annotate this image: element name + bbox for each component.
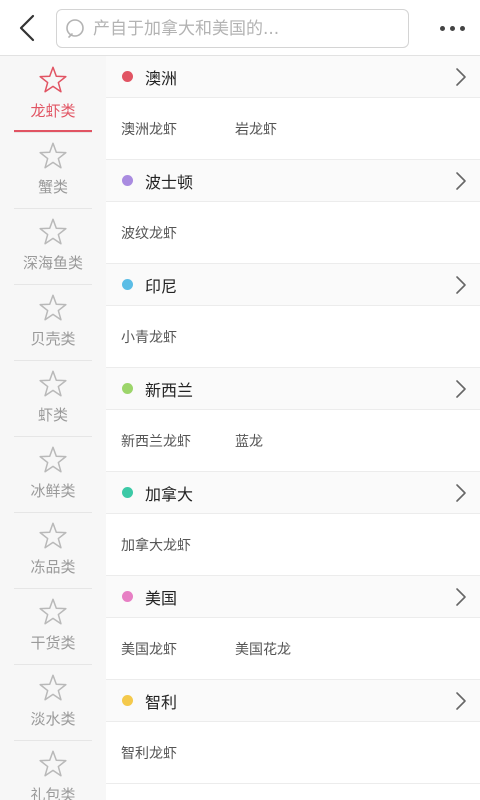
sidebar-item[interactable]: 蟹类 [0, 132, 106, 208]
search-icon [66, 18, 84, 38]
sidebar-item-label: 冰鲜类 [30, 482, 76, 500]
product-link[interactable]: 美国龙虾 [121, 639, 235, 659]
region-name: 澳洲 [145, 68, 178, 88]
more-dots-icon [439, 25, 445, 31]
region-header[interactable]: 波士顿 [106, 160, 480, 202]
chevron-right-icon [456, 588, 466, 606]
product-row: 波纹龙虾 [106, 202, 480, 264]
sidebar-item[interactable]: 贝壳类 [0, 284, 106, 360]
sidebar-item-label: 虾类 [37, 406, 68, 424]
sidebar-item-label: 龙虾类 [30, 102, 76, 120]
search-box[interactable] [56, 9, 409, 48]
sidebar-item[interactable]: 深海鱼类 [0, 208, 106, 284]
region-color-dot [122, 383, 133, 394]
star-icon [39, 598, 67, 625]
product-row: 加拿大龙虾 [106, 514, 480, 576]
sidebar-item-label: 淡水类 [30, 710, 76, 728]
product-link[interactable]: 加拿大龙虾 [121, 535, 235, 555]
search-input[interactable] [93, 18, 393, 39]
sidebar-item[interactable]: 礼包类 [0, 740, 106, 800]
sidebar-item[interactable]: 虾类 [0, 360, 106, 436]
product-row: 新西兰龙虾 蓝龙 [106, 410, 480, 472]
region-name: 加拿大 [145, 484, 194, 504]
chevron-right-icon [456, 484, 466, 502]
sidebar-item-label: 礼包类 [30, 786, 76, 800]
region-header[interactable]: 新西兰 [106, 368, 480, 410]
region-header[interactable]: 澳洲 [106, 56, 480, 98]
sidebar-item-label: 干货类 [30, 634, 76, 652]
region-name: 波士顿 [145, 172, 194, 192]
category-sidebar: 龙虾类蟹类深海鱼类贝壳类虾类冰鲜类冻品类干货类淡水类礼包类 [0, 56, 106, 800]
region-color-dot [122, 591, 133, 602]
region-header[interactable]: 美国 [106, 576, 480, 618]
sidebar-item-label: 蟹类 [37, 178, 68, 196]
chevron-right-icon [456, 68, 466, 86]
product-link[interactable]: 智利龙虾 [121, 743, 235, 763]
region-header[interactable]: 印尼 [106, 264, 480, 306]
more-button[interactable] [432, 14, 472, 42]
sidebar-item[interactable]: 冰鲜类 [0, 436, 106, 512]
region-header[interactable]: 智利 [106, 680, 480, 722]
region-name: 新西兰 [145, 380, 194, 400]
product-link[interactable]: 澳洲龙虾 [121, 119, 235, 139]
product-link[interactable]: 小青龙虾 [121, 327, 235, 347]
top-bar [0, 0, 480, 56]
region-list: 澳洲澳洲龙虾 岩龙虾波士顿波纹龙虾印尼小青龙虾新西兰新西兰龙虾 蓝龙加拿大加拿大龙虾… [106, 56, 480, 800]
chevron-right-icon [456, 172, 466, 190]
region-color-dot [122, 487, 133, 498]
sidebar-item[interactable]: 干货类 [0, 588, 106, 664]
star-icon [39, 446, 67, 473]
region-name: 美国 [145, 588, 178, 608]
star-icon [39, 674, 67, 701]
region-header[interactable]: 加拿大 [106, 472, 480, 514]
more-dots-icon [449, 25, 455, 31]
product-row: 智利龙虾 [106, 722, 480, 784]
chevron-left-icon [19, 14, 35, 42]
star-icon [39, 142, 67, 169]
sidebar-item-label: 深海鱼类 [22, 254, 83, 272]
chevron-right-icon [456, 692, 466, 710]
product-link[interactable]: 新西兰龙虾 [121, 431, 235, 451]
product-link[interactable]: 波纹龙虾 [121, 223, 235, 243]
region-color-dot [122, 175, 133, 186]
product-row: 澳洲龙虾 岩龙虾 [106, 98, 480, 160]
region-color-dot [122, 279, 133, 290]
star-icon [39, 370, 67, 397]
sidebar-item-label: 冻品类 [30, 558, 76, 576]
product-link[interactable]: 蓝龙 [235, 431, 349, 451]
star-icon [39, 66, 67, 93]
region-name: 智利 [145, 692, 178, 712]
star-icon [39, 750, 67, 777]
back-button[interactable] [10, 10, 44, 46]
sidebar-item-label: 贝壳类 [30, 330, 76, 348]
more-dots-icon [459, 25, 465, 31]
chevron-right-icon [456, 380, 466, 398]
star-icon [39, 294, 67, 321]
star-icon [39, 218, 67, 245]
product-link[interactable]: 美国花龙 [235, 639, 349, 659]
region-color-dot [122, 695, 133, 706]
product-row: 小青龙虾 [106, 306, 480, 368]
star-icon [39, 522, 67, 549]
product-row: 美国龙虾 美国花龙 [106, 618, 480, 680]
region-color-dot [122, 71, 133, 82]
sidebar-item[interactable]: 淡水类 [0, 664, 106, 740]
product-link[interactable]: 岩龙虾 [235, 119, 349, 139]
sidebar-item[interactable]: 冻品类 [0, 512, 106, 588]
region-name: 印尼 [145, 276, 178, 296]
chevron-right-icon [456, 276, 466, 294]
sidebar-item[interactable]: 龙虾类 [0, 56, 106, 132]
